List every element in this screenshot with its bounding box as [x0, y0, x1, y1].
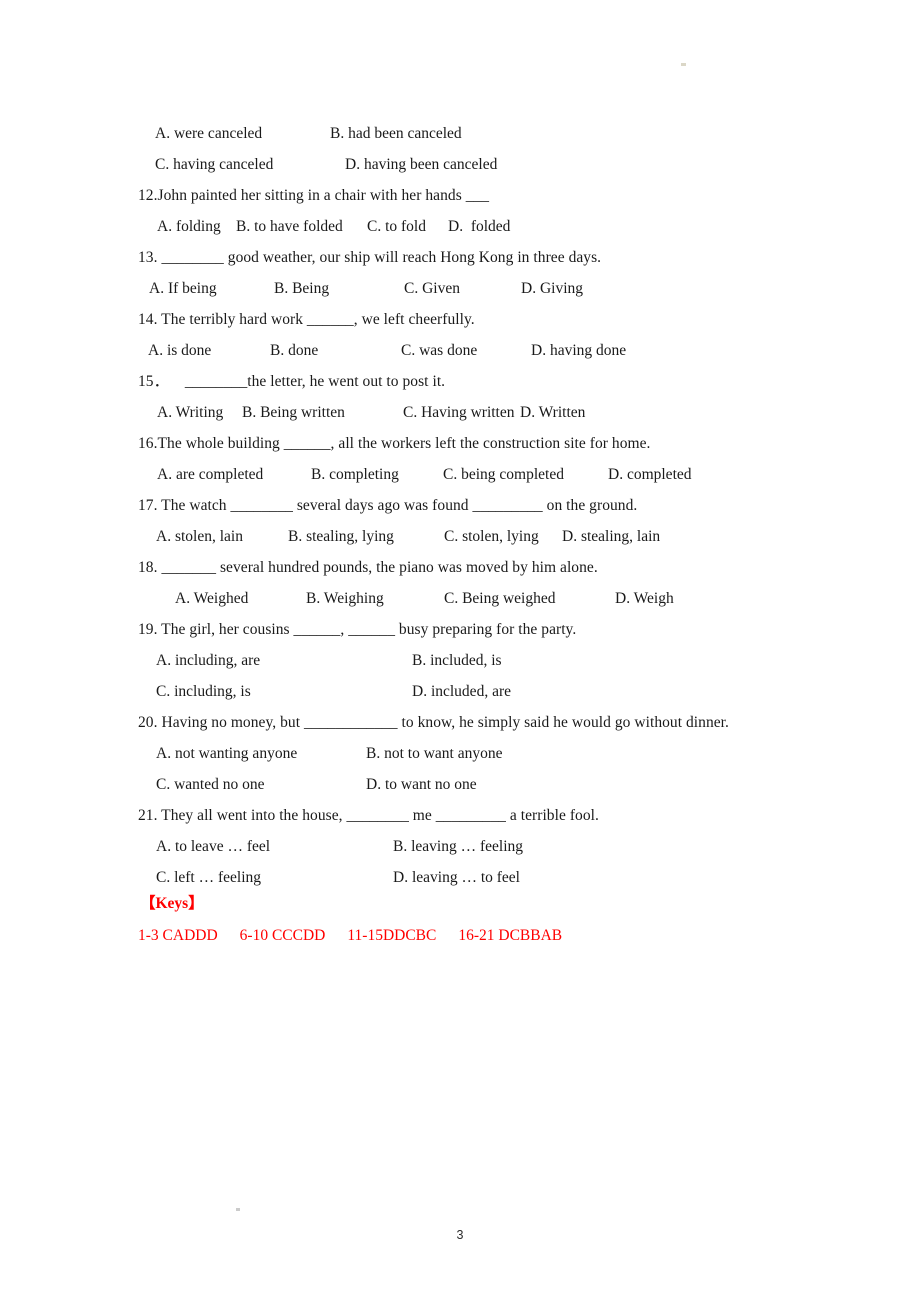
answer-option[interactable]: C. left … feeling: [156, 870, 261, 886]
question-stem: 18. _______ several hundred pounds, the …: [138, 559, 598, 576]
option-row: A. not wanting anyone B. not to want anyo…: [0, 746, 920, 764]
answer-option[interactable]: C. being completed: [443, 467, 564, 483]
answer-option[interactable]: B. not to want anyone: [366, 746, 502, 762]
question-stem: 13. ________ good weather, our ship will…: [138, 249, 602, 266]
answer-option[interactable]: A. including, are: [156, 653, 260, 669]
answer-option[interactable]: D. stealing, lain: [562, 529, 660, 545]
answer-option[interactable]: D. Weigh: [615, 591, 674, 607]
answer-option[interactable]: A. If being: [149, 281, 217, 297]
answer-key-group: 1-3 CADDD: [138, 927, 218, 944]
answer-key-group: 11-15DDCBC: [347, 927, 437, 944]
option-row: C. including, is D. included, are: [0, 684, 920, 702]
question-stem: 15． ________the letter, he went out to p…: [138, 373, 446, 390]
answer-option[interactable]: B. included, is: [412, 653, 502, 669]
page-number: 3: [456, 1228, 464, 1242]
answer-option[interactable]: A. not wanting anyone: [156, 746, 297, 762]
option-row: A. Weighed B. Weighing C. Being weighed D. …: [0, 591, 920, 609]
answer-option[interactable]: B. to have folded: [236, 219, 343, 235]
answer-option[interactable]: D. completed: [608, 467, 692, 483]
option-row: C. wanted no one D. to want no one: [0, 777, 920, 795]
answer-option[interactable]: D. folded: [448, 219, 510, 235]
question-stem: 16.The whole building ______, all the wo…: [138, 435, 651, 452]
option-row: A. folding B. to have folded C. to fold D. …: [0, 219, 920, 237]
answer-option[interactable]: B. Being: [274, 281, 329, 297]
option-row: A. Writing B. Being written C. Having writ…: [0, 405, 920, 423]
answer-option[interactable]: A. were canceled: [155, 126, 262, 142]
option-row: A. If being B. Being C. Given D. Giving: [0, 281, 920, 299]
option-row: C. having canceled D. having been cancele…: [0, 157, 920, 175]
question-stem: 19. The girl, her cousins ______, ______…: [138, 621, 577, 638]
question-stem: 20. Having no money, but ____________ to…: [138, 714, 729, 731]
scan-speck-top-right: [681, 63, 686, 66]
document-page: A. were canceled B. had been canceled C. h…: [0, 0, 920, 1302]
question-stem: 14. The terribly hard work ______, we le…: [138, 311, 475, 328]
answer-option[interactable]: C. Being weighed: [444, 591, 556, 607]
answer-option[interactable]: D. leaving … to feel: [393, 870, 520, 886]
answer-option[interactable]: C. wanted no one: [156, 777, 264, 793]
answer-option[interactable]: D. to want no one: [366, 777, 477, 793]
answer-option[interactable]: D. Giving: [521, 281, 583, 297]
answer-option[interactable]: A. Weighed: [175, 591, 248, 607]
option-row: A. are completed B. completing C. being co…: [0, 467, 920, 485]
answer-option[interactable]: A. to leave … feel: [156, 839, 270, 855]
option-row: A. stolen, lain B. stealing, lying C. stol…: [0, 529, 920, 547]
answer-option[interactable]: A. folding: [157, 219, 221, 235]
option-row: A. were canceled B. had been canceled: [0, 126, 920, 144]
answer-option[interactable]: A. Writing: [157, 405, 223, 421]
answer-option[interactable]: D. having been canceled: [345, 157, 497, 173]
answer-option[interactable]: D. included, are: [412, 684, 511, 700]
answer-key-group: 6-10 CCCDD: [239, 927, 326, 944]
keys-heading: 【Keys】: [140, 895, 204, 912]
answer-option[interactable]: C. to fold: [367, 219, 426, 235]
answer-option[interactable]: B. Weighing: [306, 591, 384, 607]
question-stem: 12.John painted her sitting in a chair w…: [138, 187, 490, 204]
answer-option[interactable]: C. having canceled: [155, 157, 273, 173]
answer-option[interactable]: C. including, is: [156, 684, 251, 700]
option-row: C. left … feeling D. leaving … to feel: [0, 870, 920, 888]
answer-option[interactable]: C. Having written: [403, 405, 515, 421]
answer-option[interactable]: B. had been canceled: [330, 126, 462, 142]
question-stem: 21. They all went into the house, ______…: [138, 807, 599, 824]
answer-option[interactable]: B. Being written: [242, 405, 345, 421]
answer-option[interactable]: B. leaving … feeling: [393, 839, 523, 855]
answer-option[interactable]: A. stolen, lain: [156, 529, 243, 545]
answer-option[interactable]: C. stolen, lying: [444, 529, 539, 545]
answer-key-group: 16-21 DCBBAB: [458, 927, 563, 944]
answer-option[interactable]: A. are completed: [157, 467, 263, 483]
question-stem: 17. The watch ________ several days ago …: [138, 497, 638, 514]
answer-key-line: 1-3 CADDD 6-10 CCCDD 11-15DDCBC 16-21 DCBBA…: [138, 928, 584, 944]
answer-option[interactable]: A. is done: [148, 343, 211, 359]
answer-option[interactable]: B. stealing, lying: [288, 529, 394, 545]
option-row: A. is done B. done C. was done D. having do…: [0, 343, 920, 361]
option-row: A. including, are B. included, is: [0, 653, 920, 671]
answer-option[interactable]: D. having done: [531, 343, 626, 359]
answer-option[interactable]: C. was done: [401, 343, 477, 359]
answer-option[interactable]: D. Written: [520, 405, 585, 421]
answer-option[interactable]: C. Given: [404, 281, 460, 297]
scan-speck-bottom-left: [236, 1208, 240, 1211]
answer-option[interactable]: B. done: [270, 343, 318, 359]
answer-option[interactable]: B. completing: [311, 467, 399, 483]
option-row: A. to leave … feel B. leaving … feeling: [0, 839, 920, 857]
